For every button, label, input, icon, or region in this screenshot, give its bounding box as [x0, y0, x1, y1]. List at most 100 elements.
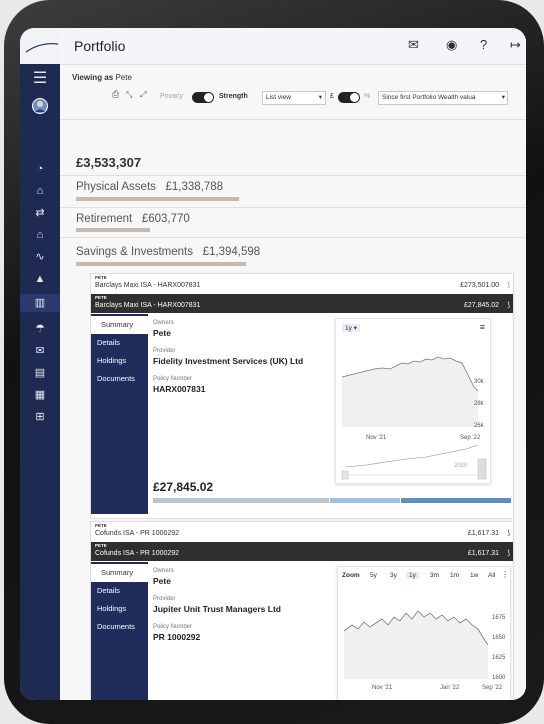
area-chart-icon[interactable]: ▲	[20, 272, 60, 286]
percent-label: %	[364, 93, 371, 100]
account-row-selected[interactable]: PETE Cofunds ISA - PR 1000292 £1,617.31 …	[91, 542, 513, 561]
owners-label: Owners	[153, 320, 174, 326]
category-savings-investments[interactable]: Savings & Investments £1,394,598	[76, 246, 260, 258]
account-detail: Summary Details Holdings Documents Owner…	[91, 562, 513, 700]
tab-summary[interactable]: Summary	[91, 316, 148, 334]
account-row[interactable]: PETE Cofunds ISA - PR 1000292 £1,617.31 …	[91, 522, 513, 541]
period-select[interactable]: Since first Portfolio Wealth valua ▾	[378, 91, 508, 105]
tab-summary[interactable]: Summary	[91, 564, 148, 582]
policy-value: PR 1000292	[153, 632, 201, 642]
dashboard-icon[interactable]: ◔	[20, 162, 60, 176]
divider	[60, 207, 526, 208]
progress-segment	[330, 498, 400, 503]
value-chart[interactable]: Zoom 5y 3y 1y 3m 1m 1w All ⋮ 1675 1650 1…	[337, 566, 511, 700]
divider	[60, 237, 526, 238]
tab-documents[interactable]: Documents	[91, 618, 148, 636]
account-detail: Summary Details Holdings Documents Owner…	[91, 314, 513, 518]
account-row[interactable]: PETE Barclays Maxi ISA - HARX007831 £273…	[91, 274, 513, 293]
home-icon[interactable]: ⌂	[20, 228, 60, 242]
divider	[60, 175, 526, 176]
rss-icon: ⟆	[507, 302, 510, 309]
owners-value: Pete	[153, 576, 171, 586]
tab-documents[interactable]: Documents	[91, 370, 148, 388]
sidebar-logo-area	[20, 28, 60, 64]
detail-tabs: Summary Details Holdings Documents	[91, 562, 148, 700]
tab-holdings[interactable]: Holdings	[91, 600, 148, 618]
progress-segment	[401, 498, 511, 503]
strength-label: Strength	[219, 93, 248, 100]
x-tick: Nov '21	[366, 435, 387, 441]
mail-icon[interactable]: ✉	[20, 344, 60, 358]
bar-chart-icon[interactable]: ▥	[20, 294, 60, 312]
category-share-bar	[76, 197, 239, 201]
menu-icon[interactable]: ☰	[20, 71, 60, 87]
category-retirement[interactable]: Retirement £603,770	[76, 213, 190, 225]
provider-value: Fidelity Investment Services (UK) Ltd	[153, 356, 304, 366]
tab-details[interactable]: Details	[91, 582, 148, 600]
expand-icon[interactable]: ⤢	[140, 90, 146, 100]
rss-icon: ⟆	[507, 282, 510, 289]
y-tick: 26k	[474, 423, 484, 429]
x-tick: Jan '22	[440, 685, 460, 691]
provider-value: Jupiter Unit Trust Managers Ltd	[153, 604, 281, 614]
help-icon[interactable]: ?	[480, 37, 487, 52]
transfer-icon[interactable]: ⇄	[20, 206, 60, 220]
calendar-icon[interactable]: ▦	[20, 388, 60, 402]
policy-value: HARX007831	[153, 384, 206, 394]
y-tick: 1675	[492, 615, 506, 621]
account-row-selected[interactable]: PETE Barclays Maxi ISA - HARX007831 £27,…	[91, 294, 513, 313]
y-tick: 28k	[474, 401, 484, 407]
category-physical-assets[interactable]: Physical Assets £1,338,788	[76, 181, 223, 193]
line-chart-icon[interactable]: ∿	[20, 250, 60, 264]
owners-label: Owners	[153, 568, 174, 574]
x-tick: Sep '22	[482, 685, 503, 691]
portfolio-total: £3,533,307	[76, 155, 142, 170]
y-tick: 1650	[492, 635, 506, 641]
policy-label: Policy Number	[153, 624, 193, 630]
chart-plot	[343, 610, 489, 679]
collapse-icon[interactable]: ⤡	[126, 90, 132, 100]
provider-label: Provider	[153, 596, 176, 602]
x-tick: Nov '21	[372, 685, 393, 691]
holding-amount: £27,845.02	[153, 480, 214, 494]
navigator-label: 2020	[454, 463, 468, 469]
logo-swoosh-icon	[25, 43, 59, 53]
rss-icon: ⟆	[507, 550, 510, 557]
category-share-bar	[76, 262, 246, 266]
avatar[interactable]	[20, 98, 60, 118]
umbrella-icon[interactable]: ☂	[20, 322, 60, 336]
tab-holdings[interactable]: Holdings	[91, 352, 148, 370]
y-tick: 1625	[492, 655, 506, 661]
policy-label: Policy Number	[153, 376, 193, 382]
privacy-label: Privacy	[160, 93, 183, 100]
calendar-add-icon[interactable]: ⊞	[20, 410, 60, 424]
category-share-bar	[76, 228, 150, 232]
detail-tabs: Summary Details Holdings Documents	[91, 314, 148, 514]
view-select[interactable]: List view ▾	[262, 91, 326, 105]
sidebar: ☰ ◔ ⌂ ⇄ ⌂ ∿ ▲ ▥ ☂ ✉ ▤ ▦ ⊞	[20, 28, 60, 700]
progress-segment	[153, 498, 329, 503]
divider	[60, 119, 526, 120]
mail-icon[interactable]: ✉	[408, 37, 419, 53]
owners-value: Pete	[153, 328, 171, 338]
account-card: PETE Cofunds ISA - PR 1000292 £1,617.31 …	[90, 521, 514, 700]
y-tick: 30k	[474, 379, 484, 385]
logout-icon[interactable]: ↦	[510, 37, 521, 53]
y-tick: 1600	[492, 675, 506, 681]
tab-details[interactable]: Details	[91, 334, 148, 352]
print-icon[interactable]: ⎙	[112, 89, 119, 100]
privacy-toggle[interactable]	[192, 92, 214, 103]
currency-percent-toggle[interactable]	[338, 92, 360, 103]
rss-icon: ⟆	[507, 530, 510, 537]
top-bar: Portfolio ✉ ◉ ? ↦	[60, 28, 526, 65]
chart-plot	[341, 356, 487, 480]
user-icon[interactable]: ◉	[446, 37, 457, 53]
viewing-label: Viewing as	[72, 73, 114, 82]
document-icon[interactable]: ▤	[20, 366, 60, 380]
x-tick: Sep '22	[460, 435, 481, 441]
provider-label: Provider	[153, 348, 176, 354]
bank-icon[interactable]: ⌂	[20, 184, 60, 198]
page-title: Portfolio	[74, 38, 126, 54]
value-chart[interactable]: 1y ▾ ≡ 30k 28k 26k Nov '21 Sep '22 2020	[335, 318, 491, 484]
tablet-screen: ☰ ◔ ⌂ ⇄ ⌂ ∿ ▲ ▥ ☂ ✉ ▤ ▦ ⊞ Portfolio ✉ ◉ …	[20, 28, 526, 700]
